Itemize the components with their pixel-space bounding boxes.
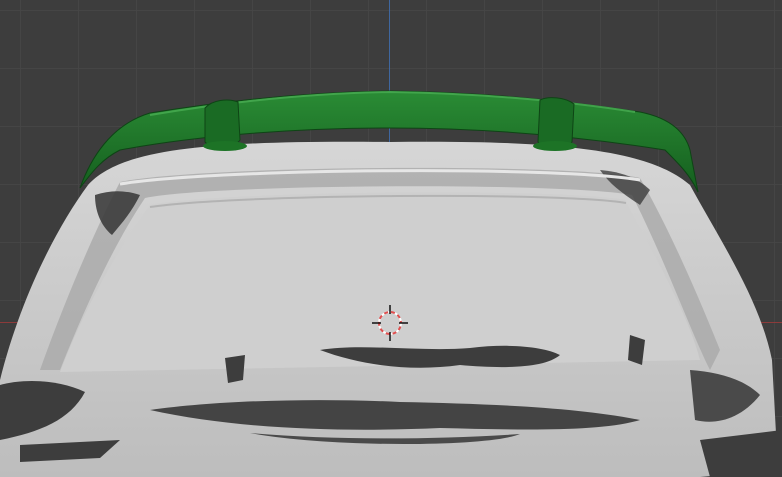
viewport-scene: [0, 90, 782, 477]
3d-viewport[interactable]: [0, 0, 782, 477]
3d-cursor-icon[interactable]: [372, 305, 408, 341]
